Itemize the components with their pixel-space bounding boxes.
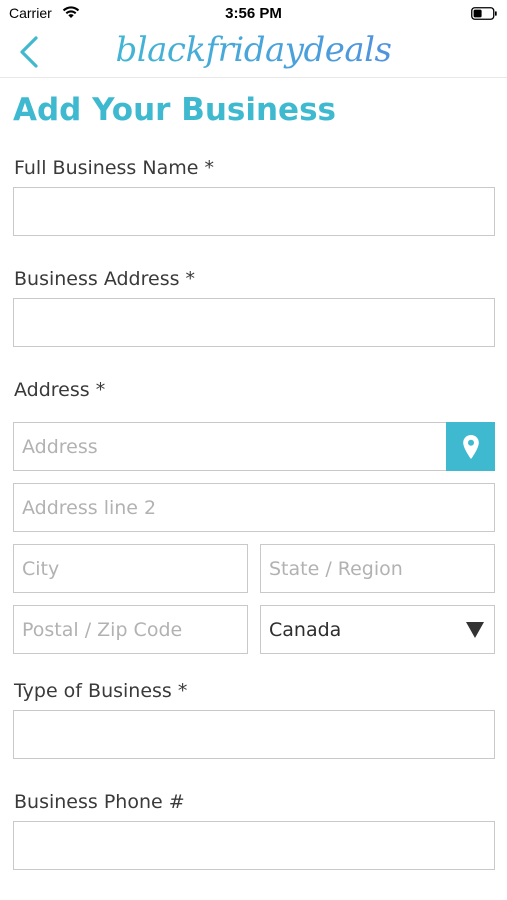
country-value: Canada <box>269 618 342 641</box>
country-select[interactable]: Canada <box>260 605 495 654</box>
business-phone-label: Business Phone # <box>14 791 185 813</box>
address-input[interactable] <box>13 422 447 471</box>
dropdown-arrow-icon <box>466 621 484 638</box>
clock: 3:56 PM <box>225 5 282 22</box>
business-type-input[interactable] <box>13 710 495 759</box>
city-input[interactable] <box>13 544 248 593</box>
business-name-label: Full Business Name * <box>14 157 214 179</box>
postal-code-input[interactable] <box>13 605 248 654</box>
address-label: Address * <box>14 379 106 401</box>
business-type-label: Type of Business * <box>14 680 188 702</box>
business-address-input[interactable] <box>13 298 495 347</box>
business-address-label: Business Address * <box>14 268 196 290</box>
battery-icon <box>471 7 497 20</box>
state-input[interactable] <box>260 544 495 593</box>
business-name-input[interactable] <box>13 187 495 236</box>
address-line2-input[interactable] <box>13 483 495 532</box>
nav-bar: blackfridaydeals <box>0 28 507 78</box>
status-bar: Carrier 3:56 PM <box>0 0 507 28</box>
page-title: Add Your Business <box>13 92 336 128</box>
map-pin-icon <box>462 434 479 459</box>
location-pin-button[interactable] <box>446 422 495 471</box>
brand-logo: blackfridaydeals <box>0 30 507 70</box>
business-phone-input[interactable] <box>13 821 495 870</box>
